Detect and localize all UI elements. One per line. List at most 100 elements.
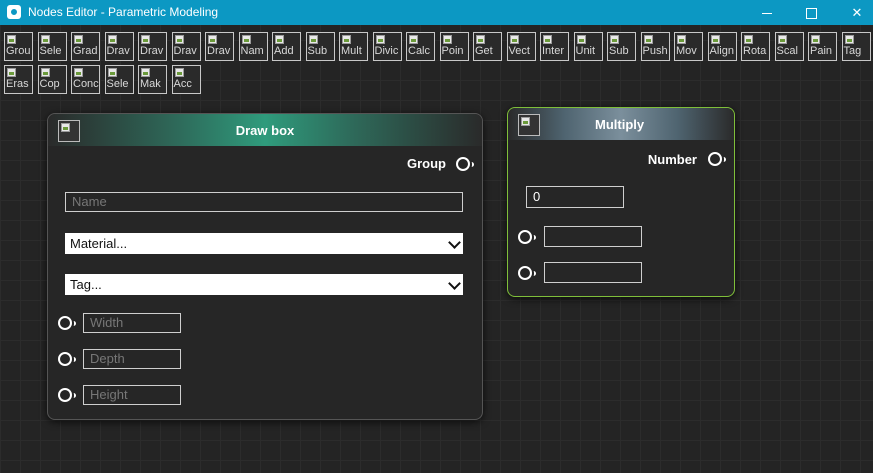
- depth-input-port[interactable]: [58, 352, 76, 366]
- toolbar-tool-button[interactable]: Sele: [37, 32, 67, 61]
- maximize-icon: [805, 8, 817, 20]
- toolbar-tool-button[interactable]: Mov: [674, 32, 703, 61]
- toolbar-tool-button[interactable]: Drav: [104, 32, 134, 61]
- broken-image-icon: [476, 35, 485, 44]
- draw-box-title: Draw box: [235, 123, 295, 138]
- broken-image-icon: [509, 35, 519, 44]
- toolbar-tool-button[interactable]: Tag: [841, 32, 871, 61]
- toolbar-tool-label: Cop: [39, 78, 60, 90]
- toolbar-tool-label: Drav: [106, 45, 130, 57]
- group-output-port[interactable]: [456, 157, 474, 171]
- draw-box-header[interactable]: Draw box: [48, 114, 482, 146]
- multiply-header[interactable]: Multiply: [508, 108, 734, 140]
- broken-image-icon: [174, 35, 184, 44]
- toolbar-tool-label: Sele: [39, 45, 62, 57]
- toolbar-tool-button[interactable]: Get: [473, 32, 502, 61]
- toolbar-tool-label: Align: [709, 45, 734, 57]
- toolbar-tool-button[interactable]: Align: [707, 32, 737, 61]
- toolbar-tool-label: Poin: [441, 45, 464, 57]
- multiply-input-b-port[interactable]: [518, 266, 536, 280]
- toolbar-tool-button[interactable]: Nam: [238, 32, 268, 61]
- multiply-thumbnail-icon: [518, 114, 540, 136]
- material-select[interactable]: Material...: [65, 233, 463, 254]
- toolbar-tool-label: Pain: [810, 45, 833, 57]
- toolbar-tool-label: Drav: [140, 45, 164, 57]
- maximize-button[interactable]: [788, 0, 834, 25]
- multiply-input-b[interactable]: [544, 262, 642, 283]
- name-input[interactable]: Name: [65, 192, 463, 212]
- toolbar-tool-label: Get: [475, 45, 493, 57]
- toolbar-tool-label: Push: [642, 45, 668, 57]
- chevron-down-icon: [448, 236, 461, 249]
- toolbar-tool-button[interactable]: Pain: [808, 32, 837, 61]
- toolbar-tool-button[interactable]: Mult: [339, 32, 368, 61]
- number-output-port[interactable]: [708, 152, 726, 166]
- app-icon: [7, 5, 21, 19]
- broken-image-icon: [543, 35, 552, 44]
- multiply-input-a-port[interactable]: [518, 230, 536, 244]
- toolbar-tool-button[interactable]: Eras: [4, 65, 33, 94]
- toolbar-tool-button[interactable]: Grad: [71, 32, 100, 61]
- toolbar-tool-label: Drav: [173, 45, 197, 57]
- toolbar-tool-label: Inter: [542, 45, 565, 57]
- toolbar-tool-button[interactable]: Inter: [540, 32, 569, 61]
- toolbar-tool-label: Vect: [508, 45, 530, 57]
- multiply-input-a[interactable]: [544, 226, 642, 247]
- toolbar-tool-button[interactable]: Add: [272, 32, 301, 61]
- width-input-port[interactable]: [58, 316, 76, 330]
- window-title: Nodes Editor - Parametric Modeling: [28, 5, 219, 19]
- toolbar-tool-button[interactable]: Sub: [607, 32, 636, 61]
- tag-select[interactable]: Tag...: [65, 274, 463, 295]
- chevron-down-icon: [448, 277, 461, 290]
- minimize-button[interactable]: [744, 0, 790, 25]
- multiply-value-input[interactable]: 0: [526, 186, 624, 208]
- toolbar-tool-button[interactable]: Cop: [37, 65, 67, 94]
- toolbar-tool-label: Grad: [73, 45, 98, 57]
- multiply-title: Multiply: [595, 117, 645, 132]
- broken-image-icon: [7, 68, 16, 77]
- close-icon: ✕: [851, 5, 863, 20]
- broken-image-icon: [811, 35, 820, 44]
- toolbar-tool-button[interactable]: Mak: [138, 65, 167, 94]
- broken-image-icon: [777, 35, 787, 44]
- toolbar-tool-label: Eras: [6, 78, 29, 90]
- toolbar-tool-button[interactable]: Drav: [171, 32, 201, 61]
- broken-image-icon: [308, 35, 318, 44]
- multiply-node[interactable]: Multiply Number 0: [507, 107, 735, 297]
- broken-image-icon: [107, 35, 117, 44]
- broken-image-icon: [40, 68, 50, 77]
- toolbar-tool-button[interactable]: Acc: [171, 65, 201, 94]
- broken-image-icon: [677, 35, 686, 44]
- toolbar-tool-button[interactable]: Conc: [71, 65, 100, 94]
- toolbar-tool-button[interactable]: Push: [640, 32, 670, 61]
- broken-image-icon: [141, 35, 150, 44]
- broken-image-icon: [610, 35, 619, 44]
- toolbar-tool-label: Sele: [106, 78, 129, 90]
- toolbar-tool-button[interactable]: Sub: [305, 32, 335, 61]
- toolbar-tool-label: Mak: [140, 78, 161, 90]
- toolbar-tool-button[interactable]: Vect: [506, 32, 536, 61]
- depth-input[interactable]: Depth: [83, 349, 181, 369]
- toolbar-tool-label: Scal: [776, 45, 798, 57]
- close-button[interactable]: ✕: [834, 0, 873, 25]
- broken-image-icon: [141, 68, 150, 77]
- toolbar-tool-button[interactable]: Divic: [372, 32, 402, 61]
- toolbar-tool-button[interactable]: Drav: [205, 32, 234, 61]
- toolbar-tool-button[interactable]: Poin: [439, 32, 469, 61]
- toolbar-tool-button[interactable]: Scal: [774, 32, 804, 61]
- toolbar-tool-button[interactable]: Unit: [573, 32, 603, 61]
- width-input[interactable]: Width: [83, 313, 181, 333]
- broken-image-icon: [7, 35, 16, 44]
- toolbar-tool-button[interactable]: Rota: [741, 32, 770, 61]
- toolbar-tool-button[interactable]: Grou: [4, 32, 33, 61]
- height-input-port[interactable]: [58, 388, 76, 402]
- toolbar-tool-button[interactable]: Sele: [104, 65, 134, 94]
- height-input[interactable]: Height: [83, 385, 181, 405]
- toolbar-tool-label: Nam: [240, 45, 264, 57]
- broken-image-icon: [576, 35, 586, 44]
- draw-box-node[interactable]: Draw box Group Name Material... Tag... W…: [47, 113, 483, 420]
- toolbar-tool-label: Sub: [307, 45, 328, 57]
- toolbar-tool-button[interactable]: Calc: [406, 32, 435, 61]
- broken-image-icon: [342, 35, 351, 44]
- toolbar-tool-button[interactable]: Drav: [138, 32, 167, 61]
